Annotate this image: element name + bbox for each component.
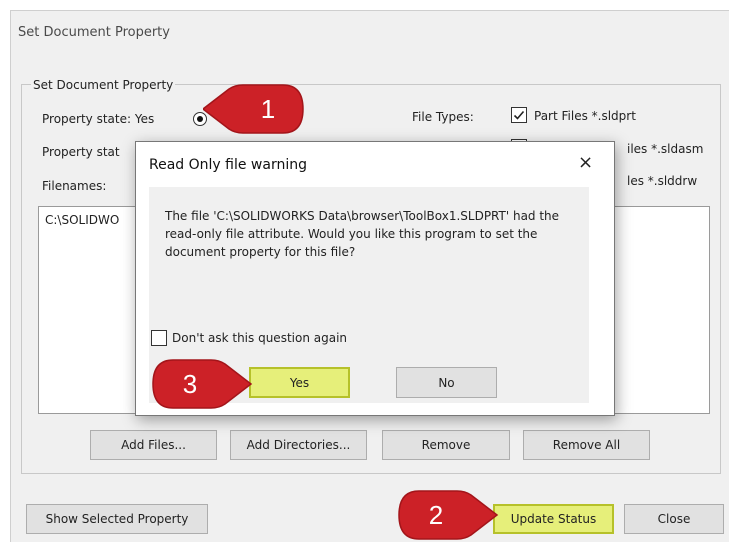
group-label: Set Document Property — [31, 78, 176, 92]
file-types-label: File Types: — [412, 110, 474, 124]
property-state-no-label: Property stat — [42, 145, 120, 159]
callout-2: 2 — [397, 489, 499, 540]
property-state-yes-label: Property state: Yes — [42, 112, 155, 126]
dialog-body: The file 'C:\SOLIDWORKS Data\browser\Too… — [149, 187, 589, 335]
assembly-files-label: iles *.sldasm — [627, 142, 704, 156]
yes-button[interactable]: Yes — [249, 367, 350, 398]
dont-ask-label: Don't ask this question again — [172, 331, 348, 345]
part-files-checkbox[interactable] — [511, 107, 527, 123]
callout-3-number: 3 — [182, 368, 198, 399]
checkmark-icon — [513, 110, 525, 120]
update-status-button[interactable]: Update Status — [493, 504, 614, 534]
dont-ask-checkbox[interactable] — [151, 330, 167, 346]
close-icon[interactable]: × — [578, 152, 593, 173]
drawing-files-label: les *.slddrw — [627, 174, 698, 188]
dialog-message: The file 'C:\SOLIDWORKS Data\browser\Too… — [165, 209, 560, 259]
callout-1-number: 1 — [260, 93, 276, 124]
filenames-label: Filenames: — [42, 179, 107, 193]
add-directories-button[interactable]: Add Directories... — [230, 430, 367, 460]
close-button[interactable]: Close — [624, 504, 724, 534]
remove-all-button[interactable]: Remove All — [523, 430, 650, 460]
callout-3: 3 — [151, 358, 253, 409]
dialog-title: Read Only file warning — [149, 157, 307, 173]
callout-1: 1 — [203, 83, 304, 134]
remove-button[interactable]: Remove — [382, 430, 510, 460]
list-item[interactable]: C:\SOLIDWO — [45, 213, 119, 227]
no-button[interactable]: No — [396, 367, 497, 398]
show-selected-property-button[interactable]: Show Selected Property — [26, 504, 208, 534]
callout-2-number: 2 — [428, 499, 444, 530]
window-title: Set Document Property — [18, 25, 170, 40]
part-files-label: Part Files *.sldprt — [534, 109, 636, 123]
add-files-button[interactable]: Add Files... — [90, 430, 217, 460]
